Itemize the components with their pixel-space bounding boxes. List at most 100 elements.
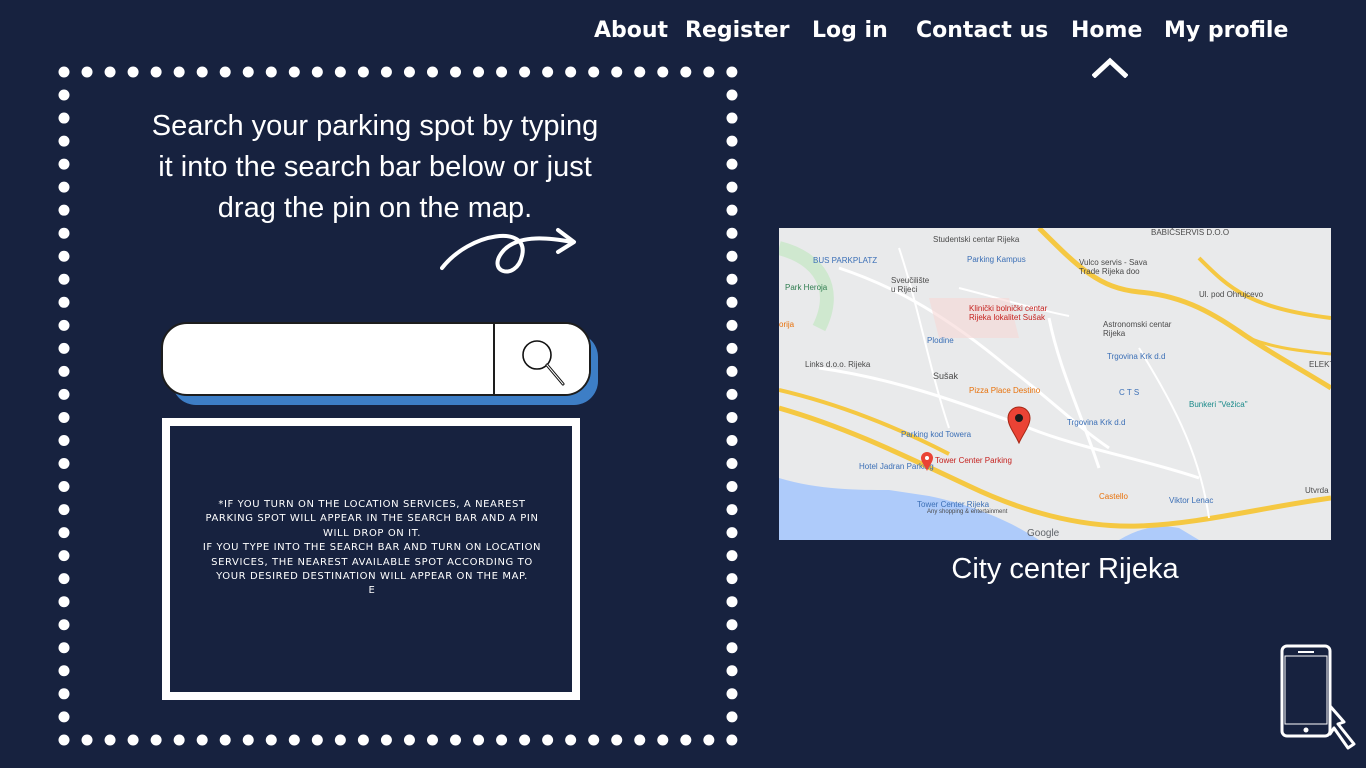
frame-dot — [726, 296, 738, 308]
frame-dot — [726, 273, 738, 285]
frame-dot — [726, 319, 738, 331]
map-label: Park Heroja — [785, 283, 828, 292]
frame-dot — [726, 527, 738, 539]
frame-dot — [58, 204, 70, 216]
frame-dot — [657, 734, 669, 746]
map-label: Plodine — [927, 336, 954, 345]
frame-dot — [58, 688, 70, 700]
frame-dot — [58, 250, 70, 262]
frame-dot — [726, 734, 738, 746]
frame-dot — [58, 158, 70, 170]
frame-dot — [726, 204, 738, 216]
frame-dot — [81, 734, 93, 746]
frame-dot — [726, 135, 738, 147]
frame-dot — [265, 66, 277, 78]
frame-dot — [588, 734, 600, 746]
google-logo: Google — [1027, 528, 1060, 539]
map-label: Sveučilište u Rijeci — [891, 276, 930, 294]
map-label: Parking kod Towera — [901, 430, 972, 439]
map-label: Viktor Lenac — [1169, 496, 1214, 505]
map-label: ELEKTR — [1309, 360, 1331, 369]
frame-dot — [726, 89, 738, 101]
frame-dot — [726, 481, 738, 493]
frame-dot — [311, 734, 323, 746]
frame-dot — [219, 734, 231, 746]
frame-dot — [58, 734, 70, 746]
frame-dot — [473, 734, 485, 746]
info-line: *IF YOU TURN ON THE LOCATION SERVICES, A… — [205, 499, 539, 539]
map-label: C T S — [1119, 388, 1140, 397]
frame-dot — [357, 734, 369, 746]
nav-login[interactable]: Log in — [812, 18, 888, 43]
frame-dot — [426, 734, 438, 746]
frame-dot — [81, 66, 93, 78]
frame-dot — [726, 388, 738, 400]
frame-dot — [58, 342, 70, 354]
info-text: *IF YOU TURN ON THE LOCATION SERVICES, A… — [195, 498, 549, 599]
chevron-up-icon — [1092, 57, 1128, 78]
frame-dot — [496, 66, 508, 78]
frame-dot — [403, 66, 415, 78]
map-label: Any shopping & entertainment — [927, 509, 1008, 515]
frame-dot — [726, 596, 738, 608]
frame-dot — [611, 66, 623, 78]
frame-dot — [380, 66, 392, 78]
map-roads — [779, 228, 1331, 540]
frame-dot — [58, 527, 70, 539]
frame-dot — [58, 227, 70, 239]
search-input[interactable] — [163, 324, 493, 394]
map-label: Bunkeri "Vežica" — [1189, 400, 1248, 409]
frame-dot — [726, 227, 738, 239]
search-button[interactable] — [493, 324, 589, 394]
frame-dot — [58, 573, 70, 585]
frame-dot — [58, 388, 70, 400]
frame-dot — [58, 273, 70, 285]
nav-my-profile[interactable]: My profile — [1164, 18, 1288, 43]
frame-dot — [242, 66, 254, 78]
map-label: Ul. pod Ohrujcevo — [1199, 290, 1264, 299]
map-label: BUS PARKPLATZ — [813, 256, 878, 265]
frame-dot — [380, 734, 392, 746]
frame-dot — [726, 250, 738, 262]
frame-dot — [150, 66, 162, 78]
frame-dot — [288, 734, 300, 746]
frame-dot — [127, 66, 139, 78]
map-caption: City center Rijeka — [951, 553, 1179, 585]
frame-dot — [726, 504, 738, 516]
frame-dot — [726, 112, 738, 124]
frame-dot — [288, 66, 300, 78]
map-label: Tower Center Rijeka — [917, 500, 990, 509]
frame-dot — [657, 66, 669, 78]
frame-dot — [473, 66, 485, 78]
frame-dot — [519, 66, 531, 78]
frame-dot — [726, 66, 738, 78]
frame-dot — [58, 619, 70, 631]
frame-dot — [58, 135, 70, 147]
map-label: Utvrda — [1305, 486, 1329, 495]
map-label: Parking Kampus — [967, 255, 1026, 264]
nav-contact-us[interactable]: Contact us — [916, 18, 1048, 43]
map[interactable]: BABIČSERVIS D.O.O Studentski centar Rije… — [779, 228, 1331, 540]
map-label: Astronomski centar Rijeka — [1103, 320, 1172, 338]
frame-dot — [58, 411, 70, 423]
nav-home[interactable]: Home — [1071, 18, 1142, 43]
frame-dot — [127, 734, 139, 746]
frame-dot — [726, 688, 738, 700]
smartphone-tap-icon[interactable] — [1278, 644, 1362, 754]
frame-dot — [426, 66, 438, 78]
frame-dot — [450, 734, 462, 746]
map-pin-icon — [921, 452, 933, 471]
map-label: orija — [779, 320, 795, 329]
frame-dot — [496, 734, 508, 746]
frame-dot — [58, 89, 70, 101]
frame-dot — [726, 342, 738, 354]
frame-dot — [58, 665, 70, 677]
map-label: Studentski centar Rijeka — [933, 235, 1020, 244]
frame-dot — [58, 296, 70, 308]
frame-dot — [334, 66, 346, 78]
frame-dot — [104, 734, 116, 746]
frame-dot — [58, 458, 70, 470]
frame-dot — [58, 66, 70, 78]
map-pin-icon[interactable] — [1006, 406, 1032, 444]
map-label: Sušak — [933, 371, 959, 381]
